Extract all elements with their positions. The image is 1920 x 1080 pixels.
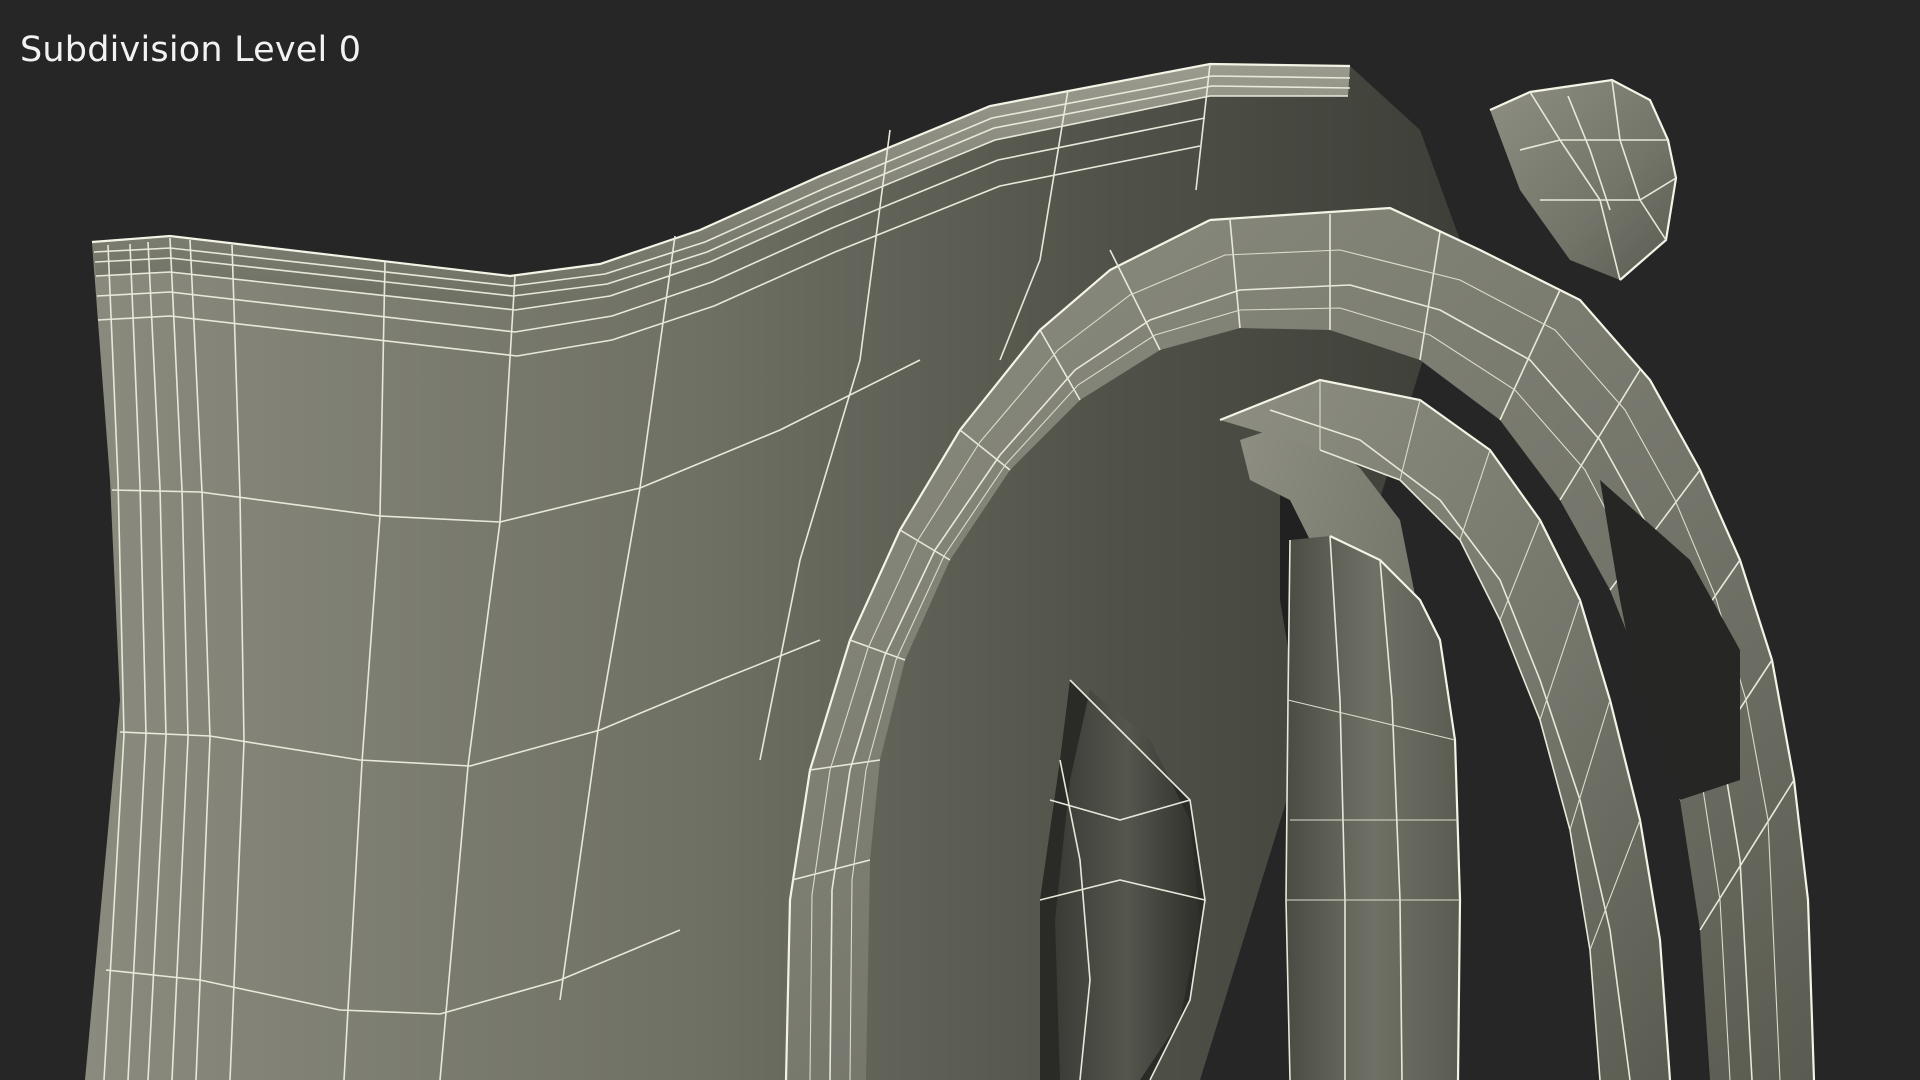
mesh-render xyxy=(85,62,1816,1080)
subdivision-level-label: Subdivision Level 0 xyxy=(20,30,362,70)
top-knob xyxy=(1489,78,1678,281)
3d-viewport[interactable]: Subdivision Level 0 xyxy=(0,0,1920,1080)
tongue-plate xyxy=(1285,535,1462,1080)
